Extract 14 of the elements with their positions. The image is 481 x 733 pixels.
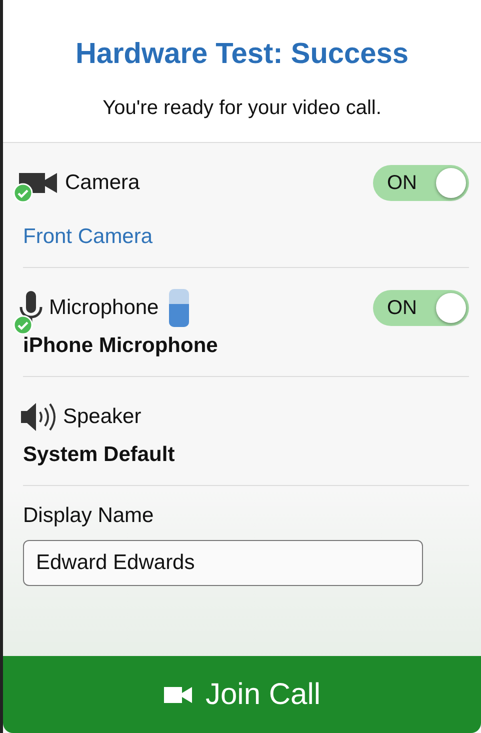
toggle-switch[interactable]: ON <box>373 290 469 326</box>
device-link[interactable]: Front Camera <box>23 225 469 249</box>
page-title: Hardware Test: Success <box>75 38 409 71</box>
device-name: iPhone Microphone <box>23 334 219 358</box>
device-label: Speaker <box>63 405 142 429</box>
display-name-field[interactable]: Edward Edwards <box>23 540 423 586</box>
device-label: Camera <box>65 171 140 195</box>
join-call-button[interactable]: Join Call <box>3 656 481 733</box>
video-camera-icon <box>163 684 194 704</box>
toggle-switch[interactable]: ON <box>373 165 469 201</box>
device-name: System Default <box>23 443 176 467</box>
subtitle: You're ready for your video call. <box>102 97 382 120</box>
device-label: Microphone <box>49 296 159 320</box>
field-label: Display Name <box>23 504 155 528</box>
